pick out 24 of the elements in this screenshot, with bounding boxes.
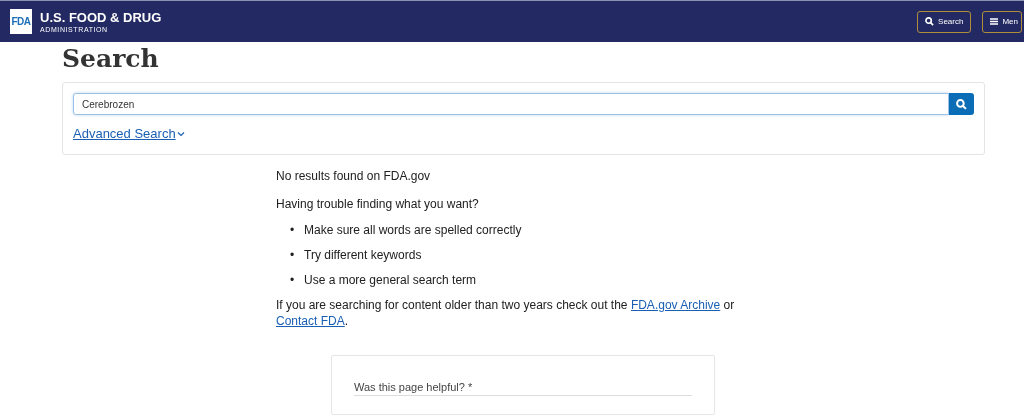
search-tip: Make sure all words are spelled correctly (304, 222, 522, 238)
bullet: • (290, 272, 296, 288)
archive-paragraph: If you are searching for content older than two years check out the FDA.gov Archive or Contact FDA. (276, 297, 736, 329)
search-tip: Use a more general search term (304, 272, 477, 288)
bullet: • (290, 247, 296, 263)
bullet: • (290, 222, 296, 238)
search-field[interactable]: Cerebrozen (73, 93, 949, 115)
help-heading: Having trouble finding what you want? (276, 196, 480, 212)
search-icon (925, 17, 935, 26)
search-icon (956, 98, 967, 110)
menu-button[interactable]: Men (982, 10, 1022, 33)
search-submit-button[interactable] (949, 93, 974, 115)
fda-logo[interactable]: FDA (10, 9, 32, 34)
no-results-message: No results found on FDA.gov (276, 168, 432, 184)
page-title: Search (62, 44, 160, 74)
chevron-icon (176, 130, 185, 137)
feedback-question: Was this page helpful? * (354, 381, 692, 396)
advanced-search-link[interactable]: Advanced Search (73, 126, 185, 141)
contact-link[interactable]: Contact FDA (276, 314, 345, 328)
archive-link[interactable]: FDA.gov Archive (630, 298, 721, 312)
search-button[interactable]: Search (917, 10, 972, 33)
search-tip: Try different keywords (304, 247, 422, 263)
agency-name: U.S. FOOD & DRUG (40, 9, 162, 25)
menu-icon (990, 18, 999, 25)
